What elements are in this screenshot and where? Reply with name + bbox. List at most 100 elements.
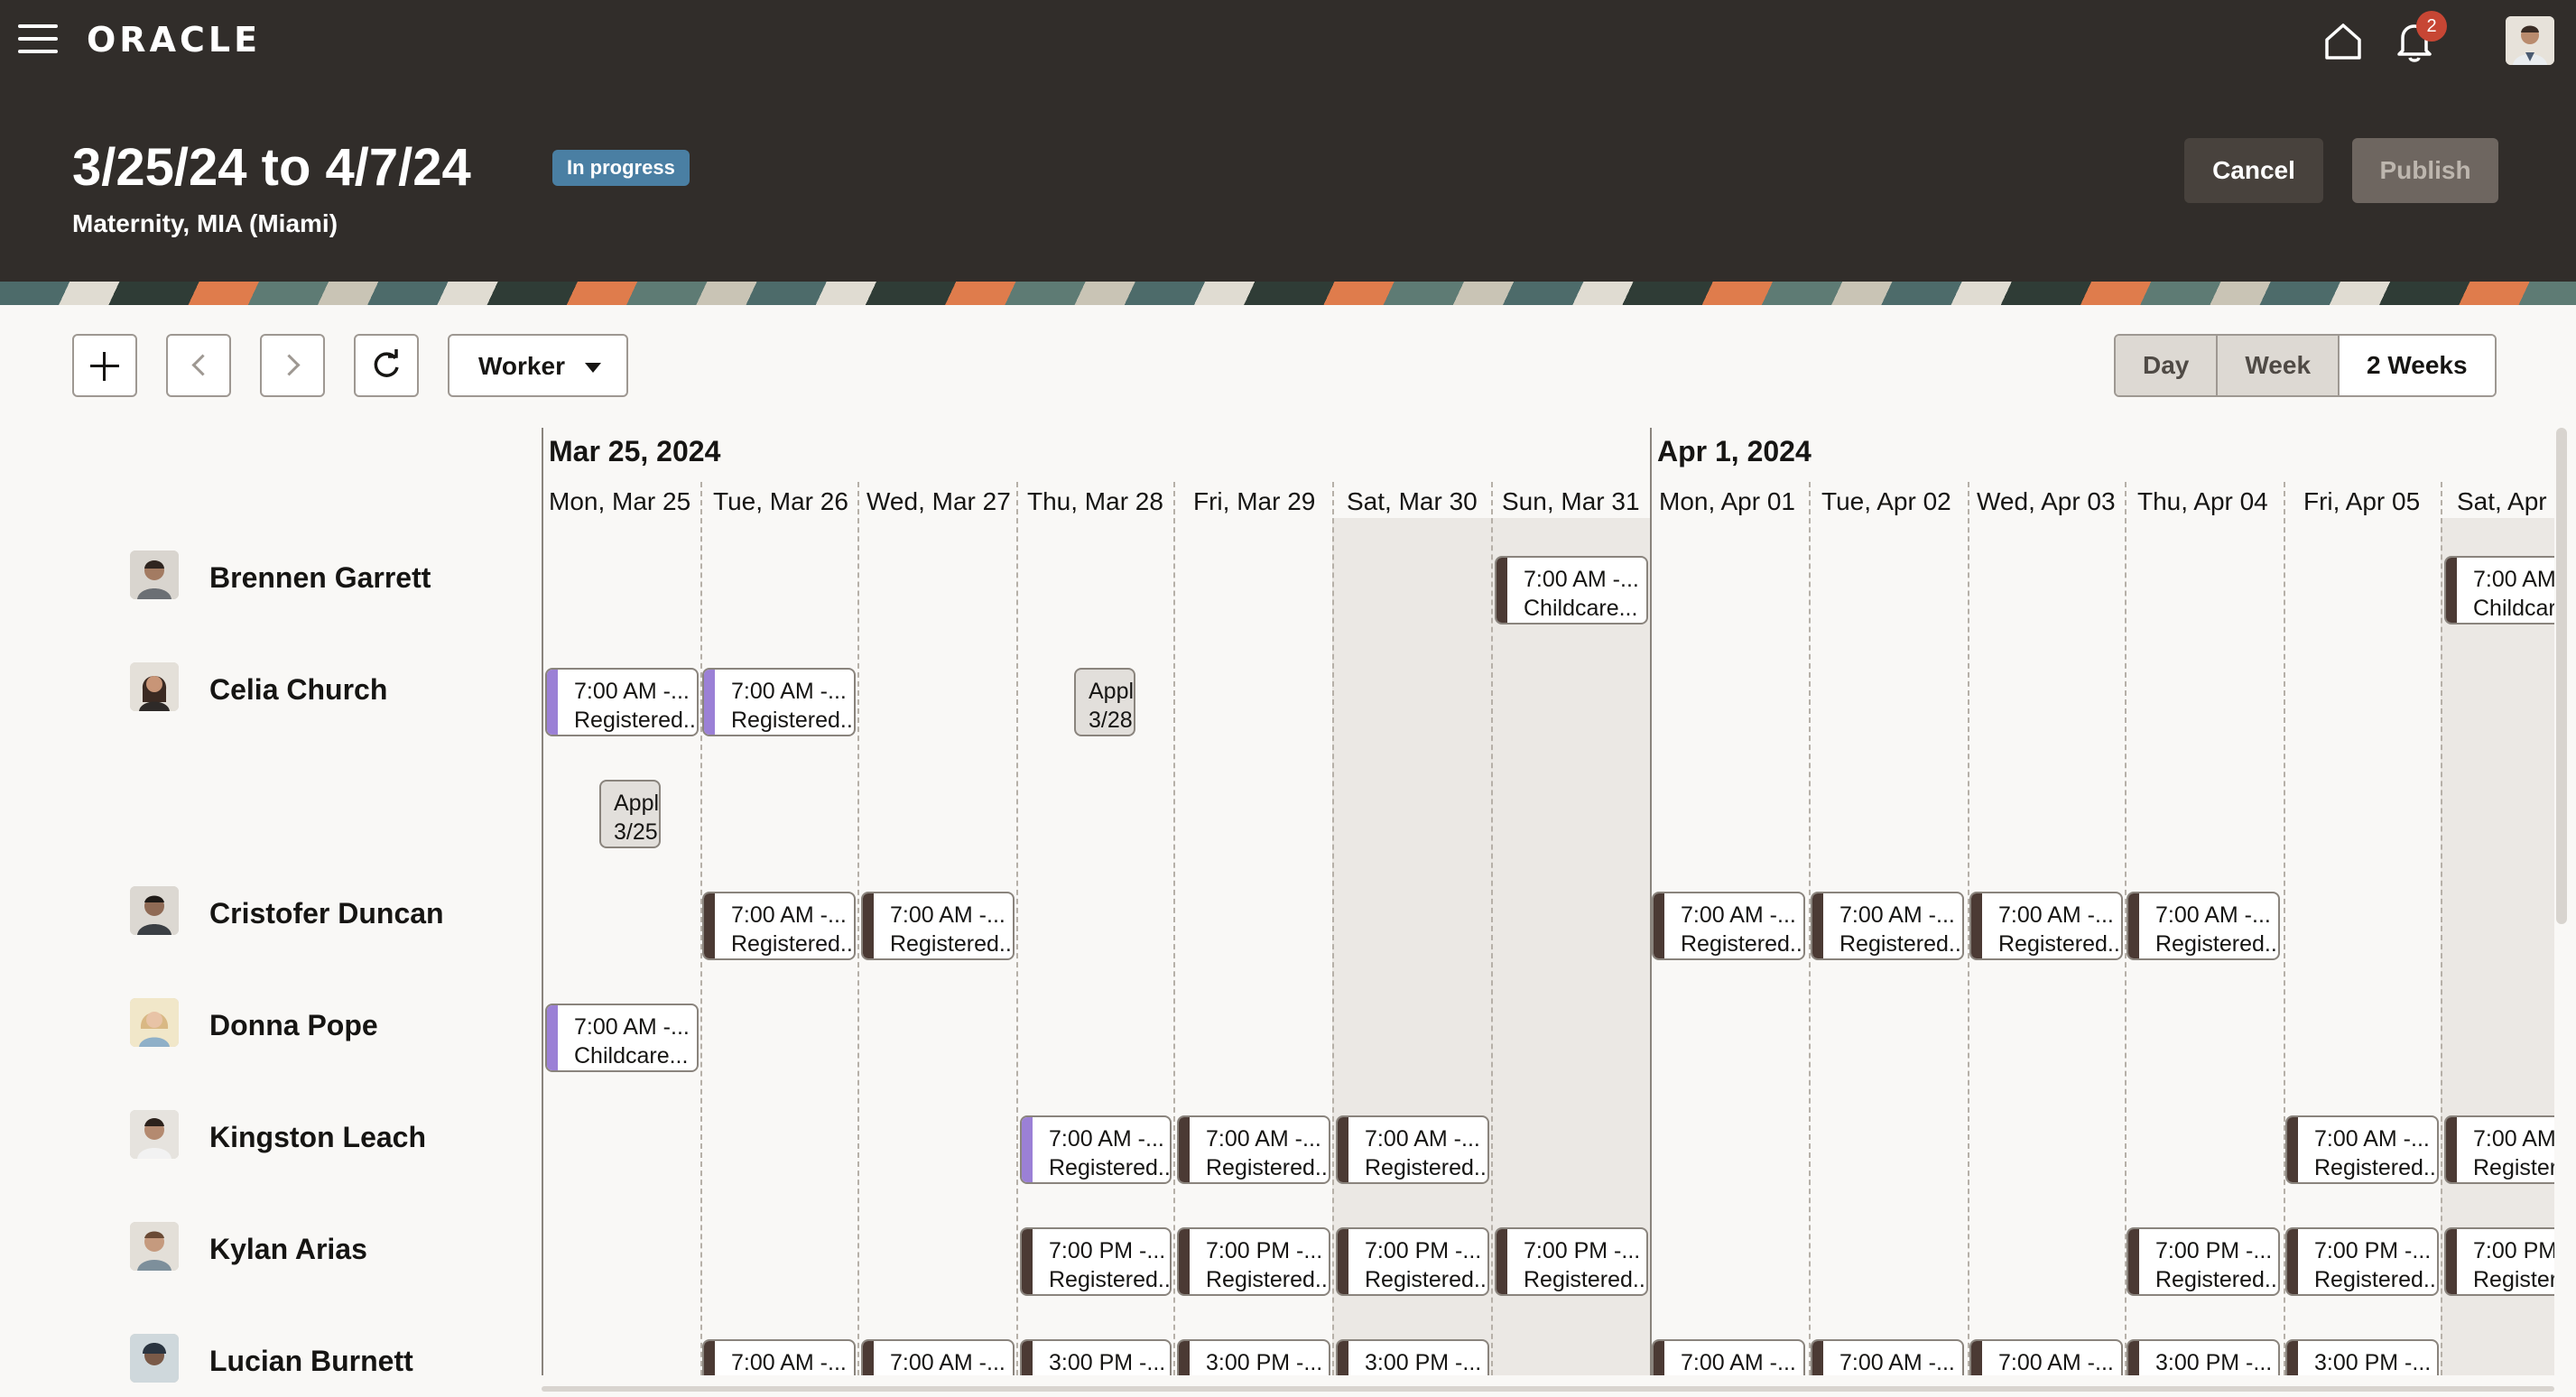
- shift-job: Register: [2473, 1155, 2554, 1180]
- view-week-button[interactable]: Week: [2218, 336, 2340, 395]
- shift-block[interactable]: 7:00 AM -... Registered...: [1652, 892, 1805, 960]
- day-header[interactable]: Tue, Mar 26: [713, 487, 848, 516]
- shift-time: 7:00 AM: [2473, 567, 2554, 592]
- page-header: 3/25/24 to 4/7/24 In progress Maternity,…: [0, 81, 2576, 282]
- shift-job: Childcar: [2473, 596, 2554, 621]
- shift-block[interactable]: 7:00 AM -... Childcare...: [545, 1004, 699, 1072]
- shift-block[interactable]: 7:00 AM -... Registered...: [702, 892, 856, 960]
- shift-block[interactable]: 7:00 AM Childcar: [2444, 556, 2554, 624]
- shift-color-bar: [863, 893, 874, 958]
- shift-block[interactable]: 7:00 AM -...: [861, 1339, 1015, 1375]
- avatar: [130, 1222, 179, 1271]
- shift-block[interactable]: 3:00 PM -...: [1336, 1339, 1489, 1375]
- absence-block[interactable]: Appl 3/28: [1074, 668, 1135, 736]
- shift-block[interactable]: 7:00 PM -... Registered...: [1020, 1227, 1172, 1296]
- view-2weeks-button[interactable]: 2 Weeks: [2340, 336, 2495, 395]
- group-by-dropdown[interactable]: Worker: [448, 334, 628, 397]
- day-header[interactable]: Sun, Mar 31: [1502, 487, 1640, 516]
- menu-icon[interactable]: [18, 24, 58, 57]
- app-root: ORACLE 2 3/25/24 to 4/7/24 In progress M…: [0, 0, 2576, 1397]
- shift-block[interactable]: 7:00 PM -... Registered...: [2285, 1227, 2439, 1296]
- day-header[interactable]: Mon, Apr 01: [1659, 487, 1795, 516]
- add-button[interactable]: [72, 334, 137, 397]
- refresh-button[interactable]: [354, 334, 419, 397]
- shift-time: 7:00 AM -...: [574, 679, 690, 704]
- user-avatar[interactable]: [2506, 16, 2554, 65]
- shift-block[interactable]: 3:00 PM -...: [2285, 1339, 2439, 1375]
- shift-color-bar: [1179, 1341, 1190, 1375]
- shift-block[interactable]: 7:00 AM -...: [1811, 1339, 1964, 1375]
- worker-name: Cristofer Duncan: [209, 897, 444, 930]
- shift-block[interactable]: 7:00 PM -... Registered...: [2127, 1227, 2280, 1296]
- shift-block[interactable]: 7:00 PM -... Registered...: [1336, 1227, 1489, 1296]
- shift-block[interactable]: 7:00 AM -...: [702, 1339, 856, 1375]
- shift-block[interactable]: 7:00 AM -... Registered...: [545, 668, 699, 736]
- shift-job: Registered...: [2155, 1267, 2280, 1292]
- shift-block[interactable]: 7:00 AM -... Registered...: [861, 892, 1015, 960]
- day-header[interactable]: Wed, Apr 03: [1977, 487, 2116, 516]
- shift-block[interactable]: 3:00 PM -...: [1177, 1339, 1330, 1375]
- shift-block[interactable]: 3:00 PM -...: [2127, 1339, 2280, 1375]
- shift-color-bar: [1179, 1117, 1190, 1182]
- shift-job: Registered...: [1681, 931, 1805, 957]
- home-icon[interactable]: [2321, 20, 2365, 63]
- day-header[interactable]: Tue, Apr 02: [1821, 487, 1951, 516]
- shift-block[interactable]: 7:00 AM -... Childcare...: [1495, 556, 1648, 624]
- previous-button[interactable]: [166, 334, 231, 397]
- shift-color-bar: [704, 1341, 715, 1375]
- shift-block[interactable]: 3:00 PM -...: [1020, 1339, 1172, 1375]
- vertical-scrollbar[interactable]: [2556, 428, 2567, 924]
- day-divider: [1332, 482, 1334, 1375]
- shift-time: 7:00 AM -...: [574, 1014, 690, 1040]
- shift-time: 3:00 PM -...: [1206, 1350, 1323, 1375]
- shift-time: 7:00 AM -...: [1206, 1126, 1321, 1152]
- shift-block[interactable]: 7:00 AM -...: [1969, 1339, 2123, 1375]
- oracle-logo[interactable]: ORACLE: [87, 20, 261, 60]
- shift-time: 7:00 AM -...: [890, 1350, 1005, 1375]
- publish-button[interactable]: Publish: [2352, 138, 2498, 203]
- avatar: [130, 550, 179, 599]
- day-header[interactable]: Sat, Mar 30: [1347, 487, 1478, 516]
- shift-block[interactable]: 7:00 AM -... Registered...: [1177, 1115, 1330, 1184]
- shift-job: Registered...: [731, 931, 856, 957]
- day-header[interactable]: Thu, Apr 04: [2137, 487, 2268, 516]
- shift-job: Registered...: [2155, 931, 2280, 957]
- shift-job: Registered...: [890, 931, 1015, 957]
- day-header[interactable]: Sat, Apr: [2457, 487, 2547, 516]
- view-day-button[interactable]: Day: [2116, 336, 2219, 395]
- shift-block[interactable]: 7:00 AM -... Registered...: [2285, 1115, 2439, 1184]
- group-by-label: Worker: [478, 352, 565, 380]
- day-divider: [1491, 482, 1493, 1375]
- shift-time: 7:00 AM -...: [1681, 902, 1796, 928]
- shift-color-bar: [1022, 1229, 1033, 1294]
- shift-block[interactable]: 7:00 AM -... Registered...: [1811, 892, 1964, 960]
- shift-block[interactable]: 7:00 AM -... Registered...: [2127, 892, 2280, 960]
- day-header[interactable]: Fri, Apr 05: [2303, 487, 2420, 516]
- shift-job: Registered...: [2314, 1155, 2439, 1180]
- shift-block[interactable]: 7:00 PM Register: [2444, 1227, 2554, 1296]
- cancel-button[interactable]: Cancel: [2184, 138, 2323, 203]
- day-header[interactable]: Mon, Mar 25: [549, 487, 690, 516]
- horizontal-scrollbar[interactable]: [542, 1386, 2554, 1392]
- shift-block[interactable]: 7:00 AM -... Registered...: [1336, 1115, 1489, 1184]
- shift-job: Registered...: [1524, 1267, 1648, 1292]
- status-badge: In progress: [552, 150, 690, 186]
- shift-time: 7:00 AM -...: [1839, 1350, 1955, 1375]
- day-header[interactable]: Thu, Mar 28: [1027, 487, 1163, 516]
- shift-color-bar: [1812, 893, 1823, 958]
- shift-block[interactable]: 7:00 AM -... Registered...: [1020, 1115, 1172, 1184]
- shift-job: Registered...: [1998, 931, 2123, 957]
- shift-block[interactable]: 7:00 PM -... Registered...: [1495, 1227, 1648, 1296]
- avatar: [130, 886, 179, 935]
- absence-block[interactable]: Appl 3/25: [599, 780, 661, 848]
- day-header[interactable]: Wed, Mar 27: [866, 487, 1011, 516]
- day-header[interactable]: Fri, Mar 29: [1193, 487, 1315, 516]
- shift-block[interactable]: 7:00 PM -... Registered...: [1177, 1227, 1330, 1296]
- shift-time: 7:00 AM -...: [731, 679, 847, 704]
- next-button[interactable]: [260, 334, 325, 397]
- shift-block[interactable]: 7:00 AM Register: [2444, 1115, 2554, 1184]
- absence-date: 3/28: [1089, 708, 1133, 733]
- shift-block[interactable]: 7:00 AM -... Registered...: [1969, 892, 2123, 960]
- shift-block[interactable]: 7:00 AM -...: [1652, 1339, 1805, 1375]
- shift-block[interactable]: 7:00 AM -... Registered...: [702, 668, 856, 736]
